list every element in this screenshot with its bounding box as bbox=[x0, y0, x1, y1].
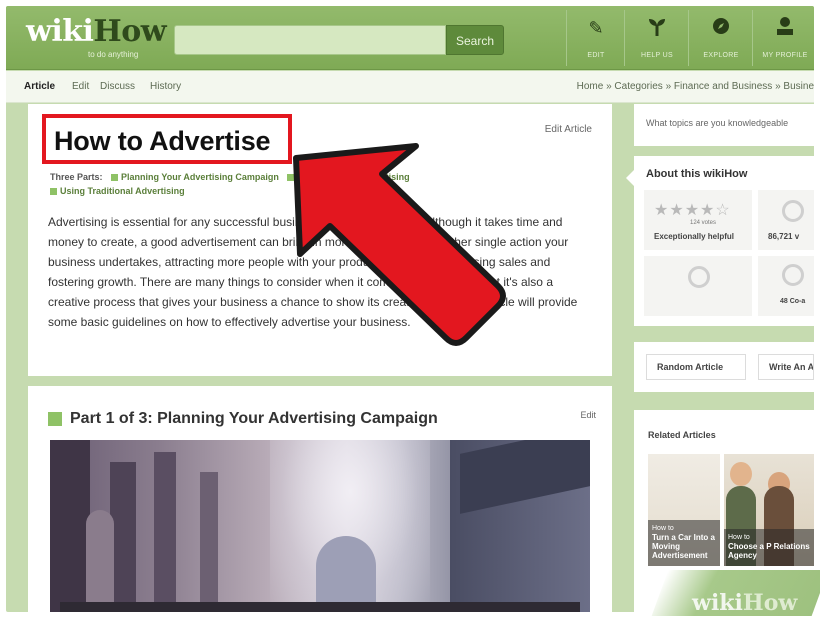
related-article-thumb[interactable]: How to Choose a P Relations Agency bbox=[724, 454, 814, 566]
action-buttons-card: Random Article Write An A bbox=[634, 342, 814, 392]
step-image bbox=[50, 440, 590, 612]
random-article-button[interactable]: Random Article bbox=[646, 354, 746, 380]
part-bullet-icon bbox=[111, 174, 119, 182]
speech-icon bbox=[688, 266, 710, 288]
tab-edit[interactable]: Edit bbox=[72, 81, 89, 92]
parts-prefix: Three Parts: bbox=[50, 172, 103, 182]
nav-my-profile-label: MY PROFILE bbox=[762, 52, 808, 59]
coauthors-box: 48 Co-a bbox=[758, 256, 814, 316]
nav-my-profile[interactable]: MY PROFILE bbox=[756, 10, 814, 66]
views-count: 86,721 v bbox=[768, 232, 800, 241]
search-button[interactable]: Search bbox=[446, 25, 504, 55]
rating-stars-icon: ★★★★☆ bbox=[654, 202, 731, 219]
related-heading: Related Articles bbox=[648, 430, 716, 440]
sprout-icon bbox=[645, 16, 669, 40]
views-box: 86,721 v bbox=[758, 190, 814, 250]
nav-edit-label: EDIT bbox=[587, 52, 605, 59]
article-intro: Advertising is essential for any success… bbox=[48, 215, 578, 329]
rating-box: ★★★★☆ 124 votes Exceptionally helpful bbox=[644, 190, 752, 250]
user-icon bbox=[773, 16, 797, 40]
about-card: About this wikiHow ★★★★☆ 124 votes Excep… bbox=[626, 156, 814, 326]
part-bullet-icon bbox=[287, 174, 295, 182]
eye-icon bbox=[782, 200, 804, 222]
part-link[interactable]: Using Internet Advertising bbox=[297, 172, 409, 182]
nav-explore-label: EXPLORE bbox=[703, 52, 739, 59]
part-bullet-icon bbox=[50, 188, 57, 196]
header-bar: wikiHow to do anything Search ✎ EDIT HEL… bbox=[6, 6, 814, 70]
tab-history[interactable]: History bbox=[150, 81, 181, 92]
logo-text: wikiHow bbox=[26, 14, 167, 49]
article-tabs-bar: Article Edit Discuss History Home » Cate… bbox=[6, 71, 814, 103]
compass-icon bbox=[709, 16, 733, 40]
wikihow-logo[interactable]: wikiHow to do anything bbox=[26, 14, 176, 60]
part-edit-link[interactable]: Edit bbox=[580, 410, 596, 420]
nav-help-us[interactable]: HELP US bbox=[628, 10, 686, 66]
related-article-caption: How to Choose a P Relations Agency bbox=[724, 529, 814, 566]
about-heading: About this wikiHow bbox=[646, 168, 748, 180]
tab-article[interactable]: Article bbox=[24, 81, 55, 92]
tab-discuss[interactable]: Discuss bbox=[100, 81, 135, 92]
topics-prompt-card[interactable]: What topics are you knowledgeable bbox=[634, 104, 814, 146]
part-link[interactable]: Using Traditional Advertising bbox=[60, 186, 185, 196]
nav-divider bbox=[752, 10, 753, 66]
related-article-caption: How to Turn a Car Into a Moving Advertise… bbox=[648, 520, 720, 566]
screenshot-frame: wikiHow to do anything Search ✎ EDIT HEL… bbox=[6, 6, 814, 612]
part-heading: Part 1 of 3: Planning Your Advertising C… bbox=[70, 410, 438, 427]
part-link[interactable]: Planning Your Advertising Campaign bbox=[121, 172, 279, 182]
nav-divider bbox=[624, 10, 625, 66]
article-parts: Three Parts: Planning Your Advertising C… bbox=[50, 170, 570, 198]
nav-explore[interactable]: EXPLORE bbox=[692, 10, 750, 66]
page-title: How to Advertise bbox=[54, 126, 271, 156]
nav-divider bbox=[566, 10, 567, 66]
rating-label: Exceptionally helpful bbox=[654, 232, 735, 241]
write-article-button[interactable]: Write An A bbox=[758, 354, 814, 380]
edit-article-link[interactable]: Edit Article bbox=[545, 124, 592, 135]
pencil-icon: ✎ bbox=[588, 18, 604, 38]
coauthors-count: 48 Co-a bbox=[780, 298, 806, 305]
part-section: Part 1 of 3: Planning Your Advertising C… bbox=[28, 386, 612, 612]
vote-count: 124 votes bbox=[690, 220, 717, 226]
logo-tagline: to do anything bbox=[88, 50, 139, 59]
wikihow-watermark: wikiHow bbox=[692, 590, 798, 616]
stat-box bbox=[644, 256, 752, 316]
search-input[interactable] bbox=[174, 25, 446, 55]
topics-prompt: What topics are you knowledgeable bbox=[646, 118, 789, 128]
part-marker-icon bbox=[48, 412, 62, 426]
nav-edit[interactable]: ✎ EDIT bbox=[570, 10, 622, 66]
pencil-circle-icon bbox=[782, 264, 804, 286]
nav-divider bbox=[688, 10, 689, 66]
article-card: How to Advertise Edit Article Three Part… bbox=[28, 104, 612, 376]
related-article-thumb[interactable]: How to Turn a Car Into a Moving Advertise… bbox=[648, 454, 720, 566]
nav-help-us-label: HELP US bbox=[641, 52, 673, 59]
breadcrumb[interactable]: Home » Categories » Finance and Business… bbox=[577, 81, 814, 92]
